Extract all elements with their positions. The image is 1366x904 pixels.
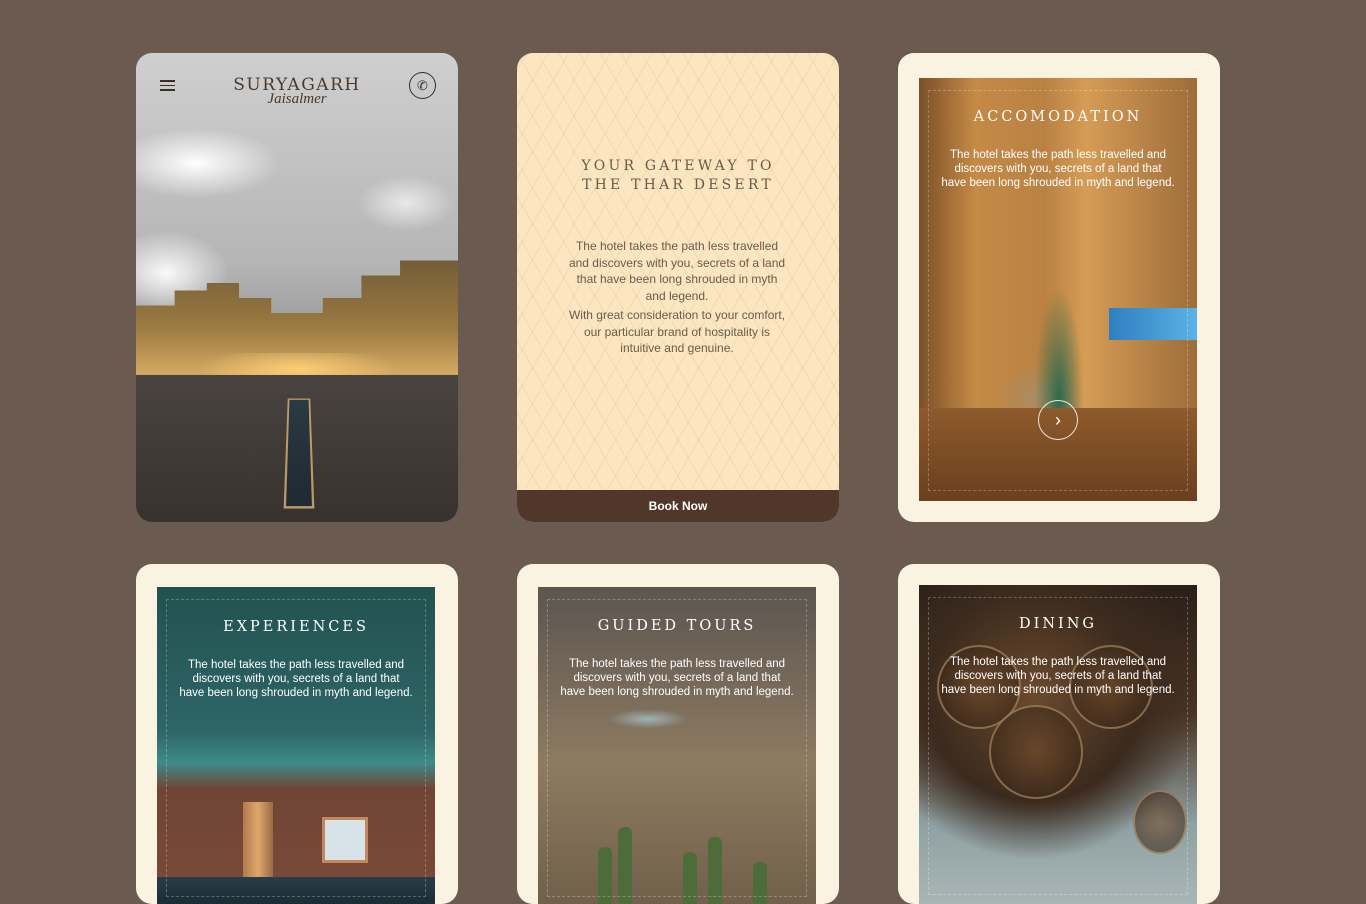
- intro-heading: YOUR GATEWAY TO THE THAR DESERT: [517, 157, 839, 195]
- reflecting-pool: [283, 398, 315, 509]
- guided-tours-image: GUIDED TOURS The hotel takes the path le…: [538, 587, 816, 904]
- hero-card: SURYAGARH Jaisalmer ✆: [136, 53, 458, 522]
- accommodation-image: ACCOMODATION The hotel takes the path le…: [919, 78, 1197, 501]
- image-frame: [928, 597, 1188, 895]
- dining-image: DINING The hotel takes the path less tra…: [919, 585, 1197, 904]
- card-title: GUIDED TOURS: [597, 618, 757, 634]
- dining-card[interactable]: DINING The hotel takes the path less tra…: [898, 564, 1220, 904]
- card-text: The hotel takes the path less travelled …: [941, 656, 1175, 697]
- card-text: The hotel takes the path less travelled …: [560, 658, 794, 699]
- guided-tours-card[interactable]: GUIDED TOURS The hotel takes the path le…: [517, 564, 839, 904]
- intro-heading-line1: YOUR GATEWAY TO: [581, 158, 775, 174]
- phone-icon[interactable]: ✆: [409, 72, 436, 99]
- intro-paragraph: With great consideration to your comfort…: [568, 308, 786, 355]
- book-now-button[interactable]: Book Now: [517, 490, 839, 522]
- image-frame: [166, 599, 426, 897]
- brand-location: Jaisalmer: [267, 91, 327, 107]
- card-title: EXPERIENCES: [223, 619, 369, 635]
- card-title: DINING: [1018, 616, 1098, 632]
- card-text: The hotel takes the path less travelled …: [941, 149, 1175, 190]
- intro-paragraph: The hotel takes the path less travelled …: [568, 239, 786, 303]
- accommodation-card[interactable]: ACCOMODATION The hotel takes the path le…: [898, 53, 1220, 522]
- intro-card: YOUR GATEWAY TO THE THAR DESERT The hote…: [517, 53, 839, 522]
- experiences-image: EXPERIENCES The hotel takes the path les…: [157, 587, 435, 904]
- image-frame: [547, 599, 807, 897]
- next-arrow-icon[interactable]: ›: [1038, 400, 1078, 440]
- card-text: The hotel takes the path less travelled …: [179, 659, 413, 700]
- intro-body: The hotel takes the path less travelled …: [567, 238, 787, 360]
- experiences-card[interactable]: EXPERIENCES The hotel takes the path les…: [136, 564, 458, 904]
- intro-heading-line2: THE THAR DESERT: [582, 177, 774, 193]
- card-title: ACCOMODATION: [973, 109, 1143, 125]
